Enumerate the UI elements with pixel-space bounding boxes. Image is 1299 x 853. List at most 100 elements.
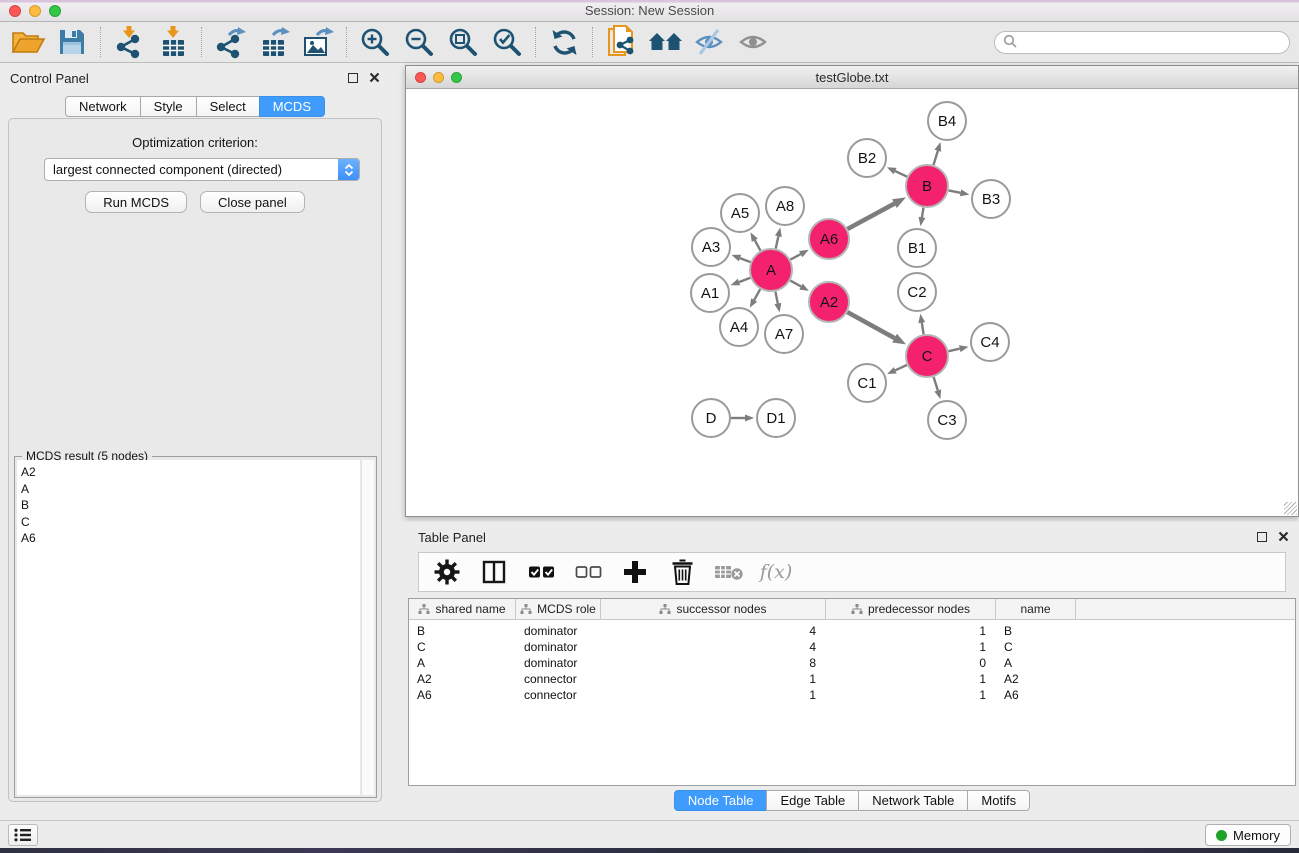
cell-predecessor-nodes[interactable]: 1 (826, 672, 996, 686)
tab-motifs[interactable]: Motifs (967, 790, 1030, 811)
table-row[interactable]: A2connector11A2 (409, 671, 1295, 687)
column-header-name[interactable]: name (996, 599, 1076, 619)
graph-node-A5[interactable]: A5 (721, 194, 759, 232)
graph-node-A4[interactable]: A4 (720, 308, 758, 346)
run-mcds-button[interactable]: Run MCDS (85, 191, 187, 213)
result-scrollbar[interactable] (361, 460, 374, 795)
cell-shared-name[interactable]: A2 (409, 672, 516, 686)
cell-shared-name[interactable]: A6 (409, 688, 516, 702)
graph-node-B2[interactable]: B2 (848, 139, 886, 177)
table-row[interactable]: Adominator80A (409, 655, 1295, 671)
homes-button[interactable] (645, 24, 685, 60)
cell-successor-nodes[interactable]: 1 (601, 672, 826, 686)
column-header-predecessor-nodes[interactable]: predecessor nodes (826, 599, 996, 619)
table-settings-button[interactable] (431, 556, 463, 588)
minimize-window-button[interactable] (29, 5, 41, 17)
zoom-fit-button[interactable] (443, 24, 483, 60)
tab-style[interactable]: Style (140, 96, 197, 117)
graph-edge-A-A4[interactable] (750, 289, 760, 308)
column-header-successor-nodes[interactable]: successor nodes (601, 599, 826, 619)
cell-name[interactable]: A6 (996, 688, 1076, 702)
graph-edge-D-D1[interactable] (731, 415, 754, 422)
graph-node-A6[interactable]: A6 (809, 219, 849, 259)
mcds-result-item[interactable]: A2 (21, 464, 360, 481)
graph-edge-A-A2[interactable] (790, 281, 809, 291)
column-header-shared-name[interactable]: shared name (409, 599, 516, 619)
graph-node-D1[interactable]: D1 (757, 399, 795, 437)
export-network-button[interactable] (210, 24, 250, 60)
zoom-window-button[interactable] (49, 5, 61, 17)
graph-edge-B-B2[interactable] (887, 167, 907, 176)
app-titlebar[interactable]: Session: New Session (0, 0, 1299, 22)
function-builder-button[interactable]: f(x) (760, 556, 792, 588)
open-file-button[interactable] (8, 24, 48, 60)
table-row[interactable]: Bdominator41B (409, 623, 1295, 639)
graph-edge-C-C1[interactable] (887, 365, 907, 374)
graph-node-B3[interactable]: B3 (972, 180, 1010, 218)
graph-edge-B-B3[interactable] (949, 189, 970, 196)
task-history-button[interactable] (8, 824, 38, 846)
refresh-view-button[interactable] (544, 24, 584, 60)
cell-name[interactable]: C (996, 640, 1076, 654)
import-network-button[interactable] (109, 24, 149, 60)
show-view-button[interactable] (733, 24, 773, 60)
cell-mcds-role[interactable]: dominator (516, 640, 601, 654)
control-panel-float-button[interactable] (348, 73, 358, 83)
cell-successor-nodes[interactable]: 1 (601, 688, 826, 702)
graph-edge-A-A3[interactable] (732, 255, 751, 262)
graph-node-D[interactable]: D (692, 399, 730, 437)
cell-predecessor-nodes[interactable]: 1 (826, 624, 996, 638)
cell-name[interactable]: A2 (996, 672, 1076, 686)
graph-node-C4[interactable]: C4 (971, 323, 1009, 361)
tab-network-table[interactable]: Network Table (858, 790, 968, 811)
mcds-result-item[interactable]: A6 (21, 530, 360, 547)
graph-node-C3[interactable]: C3 (928, 401, 966, 439)
cell-successor-nodes[interactable]: 4 (601, 640, 826, 654)
search-input[interactable] (1022, 35, 1281, 50)
mcds-result-item[interactable]: C (21, 514, 360, 531)
tab-network[interactable]: Network (65, 96, 141, 117)
cell-name[interactable]: B (996, 624, 1076, 638)
graph-node-A2[interactable]: A2 (809, 282, 849, 322)
control-panel-close-button[interactable] (369, 72, 380, 83)
network-minimize-button[interactable] (433, 72, 444, 83)
cell-name[interactable]: A (996, 656, 1076, 670)
cell-mcds-role[interactable]: connector (516, 688, 601, 702)
cell-mcds-role[interactable]: dominator (516, 624, 601, 638)
resize-grip[interactable] (1284, 502, 1297, 515)
table-row[interactable]: Cdominator41C (409, 639, 1295, 655)
deselect-all-columns-button[interactable] (572, 556, 604, 588)
zoom-selected-button[interactable] (487, 24, 527, 60)
graph-node-C[interactable]: C (906, 335, 948, 377)
graph-node-A[interactable]: A (750, 249, 792, 291)
graph-edge-A-A5[interactable] (751, 232, 761, 250)
graph-edge-B-B1[interactable] (919, 208, 926, 227)
select-all-columns-button[interactable] (525, 556, 557, 588)
network-canvas[interactable]: A5A8A3A1A4A7AA6A2B2B4B3B1BC2C4C1C3CDD1 (406, 89, 1298, 516)
tab-mcds[interactable]: MCDS (259, 96, 325, 117)
network-zoom-button[interactable] (451, 72, 462, 83)
zoom-out-button[interactable] (399, 24, 439, 60)
network-window-titlebar[interactable]: testGlobe.txt (406, 66, 1298, 89)
save-session-button[interactable] (52, 24, 92, 60)
cell-mcds-role[interactable]: connector (516, 672, 601, 686)
document-network-button[interactable] (601, 24, 641, 60)
graph-edge-B-B4[interactable] (934, 142, 942, 165)
graph-node-A7[interactable]: A7 (765, 315, 803, 353)
close-window-button[interactable] (9, 5, 21, 17)
graph-edge-A-A7[interactable] (774, 292, 781, 313)
delete-column-button[interactable] (666, 556, 698, 588)
cell-successor-nodes[interactable]: 4 (601, 624, 826, 638)
graph-edge-A6-B[interactable] (848, 197, 906, 229)
export-image-button[interactable] (298, 24, 338, 60)
split-table-view-button[interactable] (478, 556, 510, 588)
graph-node-B4[interactable]: B4 (928, 102, 966, 140)
close-panel-button[interactable]: Close panel (200, 191, 305, 213)
cell-shared-name[interactable]: C (409, 640, 516, 654)
graph-node-C2[interactable]: C2 (898, 273, 936, 311)
graph-edge-C-C2[interactable] (918, 314, 925, 335)
import-table-button[interactable] (153, 24, 193, 60)
graph-node-A3[interactable]: A3 (692, 228, 730, 266)
search-box[interactable] (994, 31, 1290, 54)
graph-node-C1[interactable]: C1 (848, 364, 886, 402)
